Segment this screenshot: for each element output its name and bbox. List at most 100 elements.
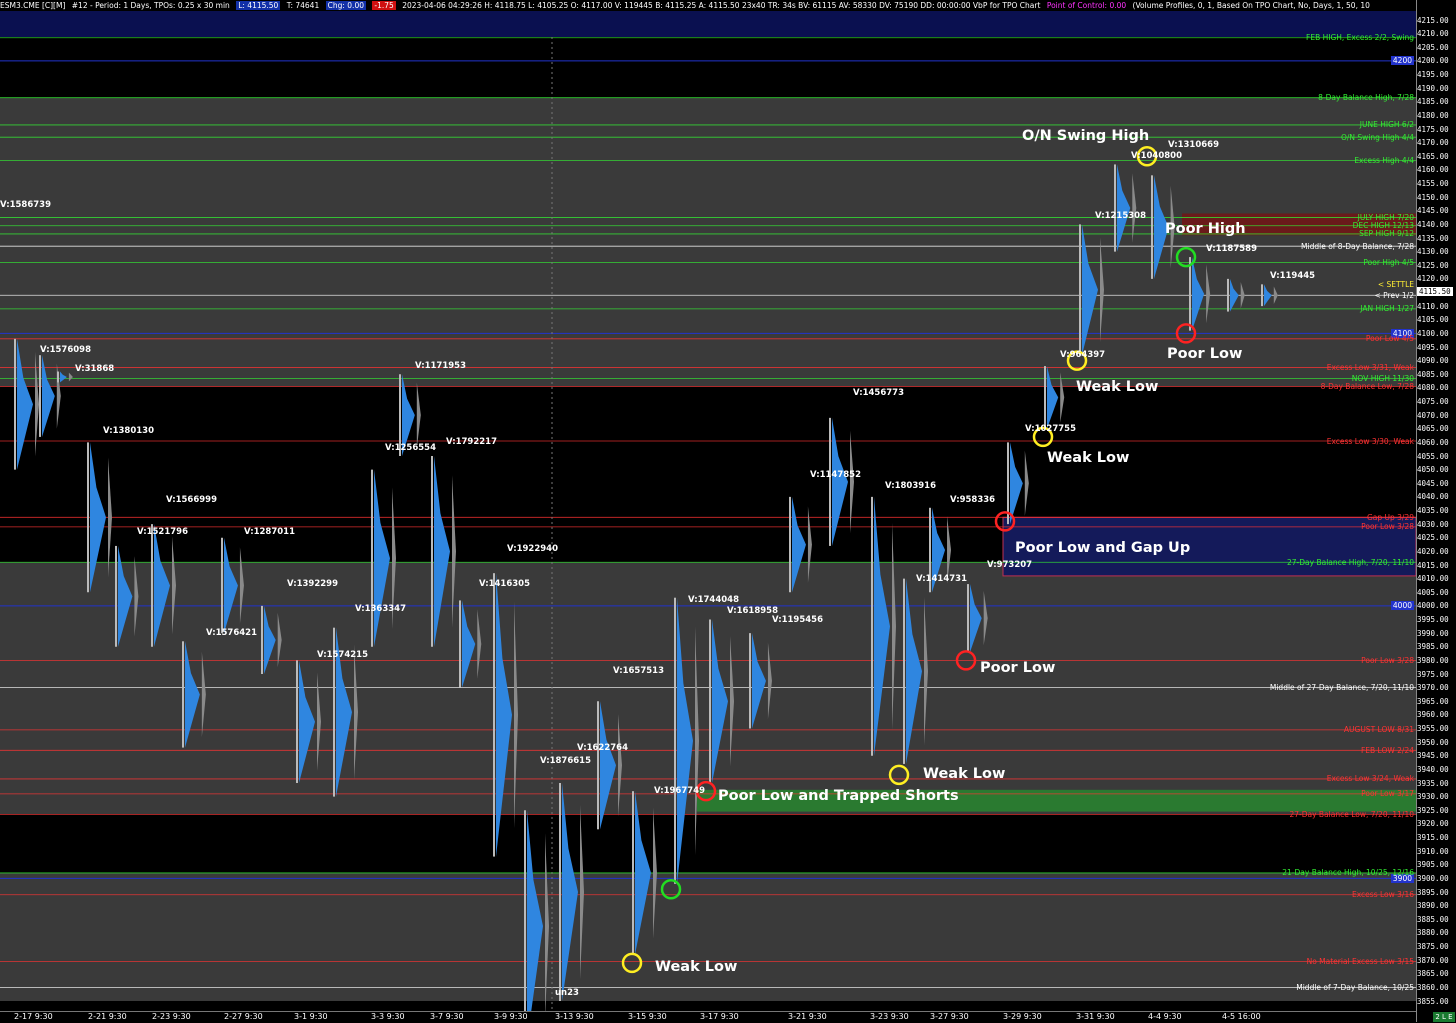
volume-label: V:1566999 [166, 494, 217, 505]
annotation-label: Weak Low [1047, 449, 1130, 466]
level-label: AUGUST LOW 8/31 [1343, 725, 1414, 735]
volume-label: V:1027755 [1025, 423, 1076, 434]
tpo-column [115, 545, 117, 647]
tpo-column [632, 791, 634, 955]
volume-label: V:1287011 [244, 527, 295, 538]
tpo-column [371, 469, 373, 647]
tpo-column [459, 600, 461, 688]
price-tick: 3950.00 [1417, 737, 1449, 747]
time-label: 3-3 9:30 [371, 1012, 405, 1021]
volume-label: V:958336 [950, 494, 996, 505]
level-label: 27-Day Balance High, 7/20, 11/10 [1287, 557, 1414, 567]
round-number-box: 4000 [1390, 601, 1414, 611]
study-label: (Volume Profiles, 0, 1, Based On TPO Cha… [1132, 1, 1370, 10]
price-tick: 4025.00 [1417, 533, 1449, 543]
level-label: JUNE HIGH 6/2 [1359, 120, 1414, 130]
level-label: Excess Low 3/30, Weak [1326, 436, 1414, 446]
level-label: < Prev 1/2 [1374, 290, 1415, 300]
volume-label: V:1922940 [507, 543, 558, 554]
volume-label: V:1187589 [1206, 243, 1257, 254]
tpo-column [14, 338, 16, 470]
price-tick: 4005.00 [1417, 587, 1449, 597]
volume-label: V:1967749 [654, 786, 705, 797]
time-label: 3-15 9:30 [628, 1012, 667, 1021]
price-tick: 4200.00 [1417, 56, 1449, 66]
volume-label: V:1195456 [772, 614, 823, 625]
volume-label: V:119445 [1270, 271, 1316, 282]
price-tick: 4010.00 [1417, 574, 1449, 584]
price-tick: 3915.00 [1417, 833, 1449, 842]
time-label: 3-17 9:30 [700, 1012, 739, 1021]
tpo-column [431, 456, 433, 647]
price-tick: 4090.00 [1417, 356, 1449, 366]
tpo-column [903, 578, 905, 764]
level-label: 21-Day Balance High, 10/25, 12/16 [1282, 868, 1414, 878]
time-label: 3-27 9:30 [930, 1012, 969, 1021]
tpo-column [674, 597, 676, 884]
price-tick: 3945.00 [1417, 751, 1449, 761]
tpo-column [1227, 278, 1229, 312]
chart-header-bar: ESM3.CME [C][M] #12 - Period: 1 Days, TP… [0, 0, 1416, 11]
price-tick: 4060.00 [1417, 437, 1449, 447]
poc-label: Point of Control: 0.00 [1046, 1, 1127, 10]
price-tick: 4175.00 [1417, 124, 1449, 134]
tpo-column [296, 660, 298, 783]
volume-label: V:1456773 [853, 388, 904, 399]
price-tick: 3905.00 [1417, 860, 1449, 870]
price-tick: 3985.00 [1417, 642, 1449, 652]
ticks-label: T: 74641 [286, 1, 320, 10]
volume-label: V:1414731 [916, 573, 967, 584]
tpo-column [1079, 224, 1081, 356]
price-tick: 3925.00 [1417, 805, 1449, 815]
tpo-column [261, 605, 263, 674]
tpo-column [57, 371, 59, 383]
volume-label: V:1622764 [577, 742, 628, 753]
price-tick: 4190.00 [1417, 83, 1449, 93]
level-label: Excess Low 3/31, Weak [1326, 362, 1414, 372]
time-label: 3-23 9:30 [870, 1012, 909, 1021]
price-tick: 3855.00 [1417, 996, 1449, 1006]
price-tick: 4095.00 [1417, 342, 1449, 352]
price-tick: 3885.00 [1417, 914, 1449, 924]
volume-label: V:1147852 [810, 470, 861, 481]
time-label: 3-9 9:30 [494, 1012, 528, 1021]
price-tick: 4120.00 [1417, 274, 1449, 284]
change-value: -1.75 [372, 1, 396, 10]
price-tick: 3910.00 [1417, 846, 1449, 856]
level-label: Poor Low 3/28 [1361, 655, 1414, 665]
level-label: Excess High 4/4 [1354, 155, 1414, 165]
price-tick: 3865.00 [1417, 969, 1449, 979]
time-label: 3-21 9:30 [788, 1012, 827, 1021]
level-label: FEB LOW 2/24 [1360, 745, 1414, 755]
price-tick: 4210.00 [1417, 29, 1449, 39]
price-tick: 3995.00 [1417, 615, 1449, 624]
level-label: Excess Low 3/24, Weak [1326, 774, 1414, 784]
price-tick: 3875.00 [1417, 942, 1449, 951]
level-label: Middle of 27-Day Balance, 7/20, 11/10 [1269, 683, 1414, 693]
tpo-chart-area[interactable] [0, 0, 1416, 1011]
tpo-column [493, 573, 495, 857]
price-tick: 4205.00 [1417, 42, 1449, 52]
level-label: Poor Low 4/5 [1365, 334, 1414, 344]
time-label: 2-23 9:30 [152, 1012, 191, 1021]
volume-label: V:1792217 [446, 437, 497, 448]
level-label: 8-Day Balance High, 7/28 [1318, 93, 1414, 103]
balance-band [0, 872, 1416, 1001]
level-label: O/N Swing High 4/4 [1341, 132, 1414, 142]
tpo-column [39, 355, 41, 437]
price-tick: 4105.00 [1417, 315, 1449, 325]
price-tick: 4015.00 [1417, 560, 1449, 570]
price-tick: 4140.00 [1417, 219, 1449, 229]
tpo-column [182, 641, 184, 748]
price-tick: 4050.00 [1417, 465, 1449, 475]
price-tick: 3970.00 [1417, 683, 1449, 693]
symbol-label[interactable]: ESM3.CME [C][M] [0, 1, 65, 10]
time-label: 3-31 9:30 [1076, 1012, 1115, 1021]
volume-label: V:1363347 [355, 603, 406, 614]
time-label: 3-1 9:30 [294, 1012, 328, 1021]
current-price-box: 4115.50 [1417, 286, 1453, 296]
price-tick: 4000.00 [1417, 601, 1449, 611]
annotation-label: Weak Low [655, 959, 738, 976]
price-tick: 3940.00 [1417, 764, 1449, 774]
price-tick: 4125.00 [1417, 260, 1449, 270]
